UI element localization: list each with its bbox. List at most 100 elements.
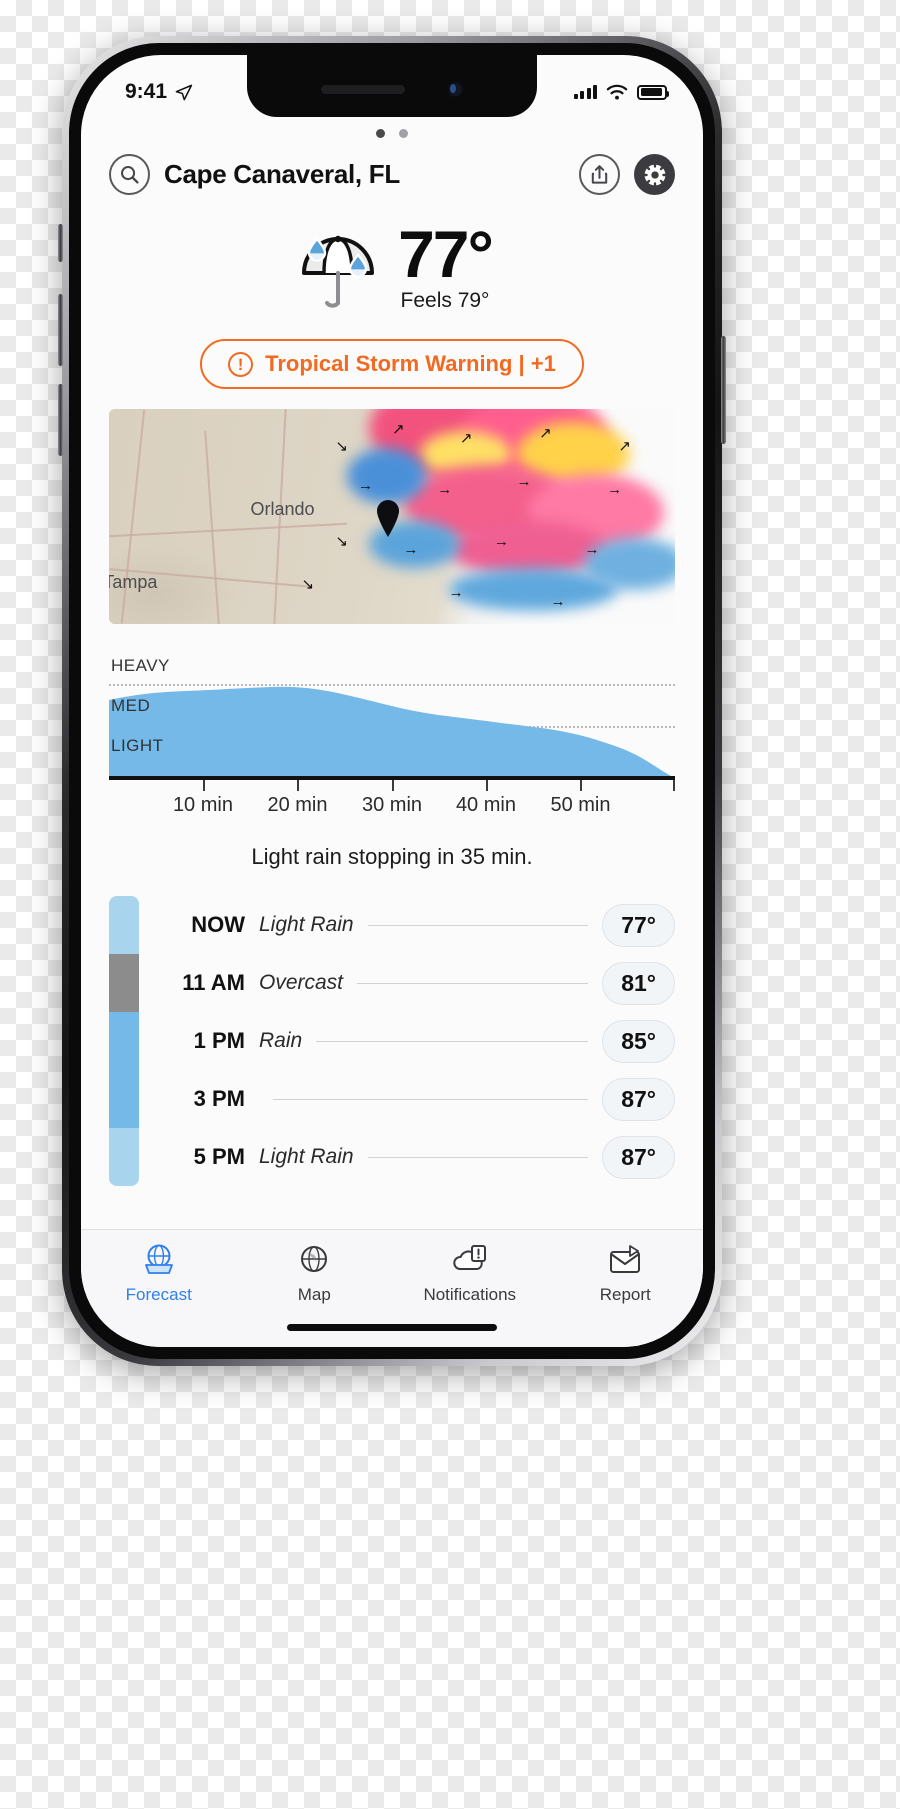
wind-arrow-icon: → (607, 481, 623, 499)
hourly-temperature: 87° (602, 1077, 675, 1121)
hourly-forecast-list: NOW Light Rain 77° 11 AM Overcast 81° 1 … (109, 896, 675, 1186)
wifi-icon (606, 84, 628, 100)
precipitation-area-series (109, 652, 675, 780)
wind-arrow-icon: ↗ (392, 420, 405, 438)
alert-text: Tropical Storm Warning | +1 (265, 351, 556, 376)
hourly-divider (367, 1156, 589, 1158)
hourly-temperature: 85° (602, 1019, 675, 1063)
tab-map[interactable]: Map (237, 1240, 393, 1305)
front-camera-icon (446, 80, 464, 98)
phone-screen: 9:41 Cape Canaveral, FL 77° Feels 79° ! … (81, 55, 703, 1347)
page-dot-1[interactable] (376, 129, 385, 138)
exclamation-circle-icon: ! (228, 351, 254, 377)
report-envelope-icon (606, 1240, 644, 1280)
battery-icon (637, 84, 669, 100)
tab-forecast[interactable]: Forecast (81, 1240, 237, 1305)
wind-arrow-icon: → (493, 532, 509, 550)
mute-switch[interactable] (58, 224, 63, 262)
phone-bezel: 9:41 Cape Canaveral, FL 77° Feels 79° ! … (69, 43, 715, 1359)
tab-label: Map (297, 1285, 331, 1304)
earpiece-speaker (320, 84, 405, 94)
hourly-condition: Rain (259, 1029, 303, 1052)
hourly-row[interactable]: 5 PM Light Rain 87° (159, 1128, 675, 1186)
hourly-row[interactable]: NOW Light Rain 77° (159, 896, 675, 954)
precipitation-graph-section: HEAVY MED LIGHT 10 min 20 min 30 min 40 … (109, 652, 675, 870)
tab-notifications[interactable]: Notifications (392, 1240, 548, 1305)
x-tick-label: 30 min (361, 794, 423, 816)
page-dot-2[interactable] (399, 129, 408, 138)
location-pin-icon (375, 499, 401, 538)
current-conditions: 77° Feels 79° (81, 195, 703, 321)
wind-arrow-icon: → (437, 481, 453, 499)
umbrella-rain-icon (292, 221, 384, 315)
x-tick-label: 40 min (455, 794, 516, 816)
map-city-label-orlando: Orlando (250, 499, 315, 520)
share-button[interactable] (579, 154, 620, 195)
wind-arrow-icon: ↗ (459, 429, 473, 447)
hourly-temperature: 77° (602, 903, 675, 947)
app-header: Cape Canaveral, FL (81, 142, 703, 195)
tab-label: Report (599, 1285, 651, 1304)
hourly-row[interactable]: 1 PM Rain 85° (159, 1012, 675, 1070)
x-tick-label: 10 min (172, 794, 233, 816)
graph-label-med: MED (111, 696, 151, 715)
hourly-condition: Light Rain (259, 913, 354, 936)
alert-banner-wrapper: ! Tropical Storm Warning | +1 (81, 321, 703, 409)
x-tick-label: 20 min (267, 794, 328, 816)
precipitation-graph[interactable]: HEAVY MED LIGHT (109, 652, 675, 780)
precipitation-summary: Light rain stopping in 35 min. (251, 844, 533, 869)
map-globe-icon (296, 1240, 332, 1280)
notification-cloud-icon (450, 1240, 490, 1280)
tab-label: Notifications (423, 1285, 517, 1304)
volume-up-button[interactable] (58, 294, 63, 366)
wind-arrow-icon: → (403, 541, 419, 559)
gear-icon (642, 162, 667, 187)
scroll-fade (81, 1203, 703, 1229)
power-button[interactable] (721, 336, 726, 444)
graph-label-light: LIGHT (111, 736, 164, 755)
hourly-row[interactable]: 11 AM Overcast 81° (159, 954, 675, 1012)
search-button[interactable] (109, 154, 150, 195)
wind-arrow-icon: ↘ (335, 438, 348, 456)
home-indicator[interactable] (287, 1324, 497, 1331)
hourly-temperature: 81° (602, 961, 675, 1005)
hourly-divider (273, 1098, 589, 1100)
app-scroll-area[interactable]: Cape Canaveral, FL 77° Feels 79° ! Tropi… (81, 55, 703, 1347)
device-notch (247, 55, 537, 117)
map-city-label-tampa: Tampa (109, 572, 158, 593)
forecast-globe-icon (140, 1240, 178, 1280)
volume-down-button[interactable] (58, 384, 63, 456)
x-tick-label: 50 min (550, 794, 611, 816)
wind-arrow-icon: → (584, 541, 600, 559)
radar-map[interactable]: ↘ ↗ ↗ ↗ ↗ → → → → ↘ → → → → → ↘ Orlando … (109, 409, 675, 624)
hourly-time: 3 PM (193, 1086, 245, 1111)
settings-button[interactable] (634, 154, 675, 195)
hourly-time: 1 PM (193, 1028, 245, 1053)
weather-alert-banner[interactable]: ! Tropical Storm Warning | +1 (200, 339, 584, 389)
current-temperature: 77° (398, 216, 494, 291)
search-icon (121, 166, 139, 184)
status-time: 9:41 (125, 80, 168, 103)
radar-precip-blob (346, 447, 426, 504)
page-title: Cape Canaveral, FL (164, 159, 400, 189)
hourly-condition-bar (109, 896, 139, 1186)
hourly-temperature: 87° (602, 1135, 675, 1179)
hourly-time: 11 AM (182, 970, 245, 995)
graph-x-tick-labels: 10 min 20 min 30 min 40 min 50 min (109, 794, 675, 828)
wind-arrow-icon: → (516, 472, 532, 490)
wind-arrow-icon: → (550, 592, 566, 610)
cellular-signal-icon (573, 85, 597, 99)
tab-report[interactable]: Report (548, 1240, 704, 1305)
wind-arrow-icon: ↗ (539, 425, 552, 443)
wind-arrow-icon: ↗ (618, 438, 631, 456)
hourly-condition: Overcast (259, 971, 344, 994)
hourly-divider (367, 924, 589, 926)
wind-arrow-icon: ↘ (301, 575, 315, 593)
wind-arrow-icon: → (448, 584, 464, 602)
location-arrow-icon (175, 84, 193, 100)
hourly-divider (357, 982, 589, 984)
page-indicator[interactable] (81, 119, 703, 142)
share-icon (591, 165, 608, 184)
hourly-row[interactable]: 3 PM 87° (159, 1070, 675, 1128)
feels-like-temperature: Feels 79° (400, 289, 490, 313)
